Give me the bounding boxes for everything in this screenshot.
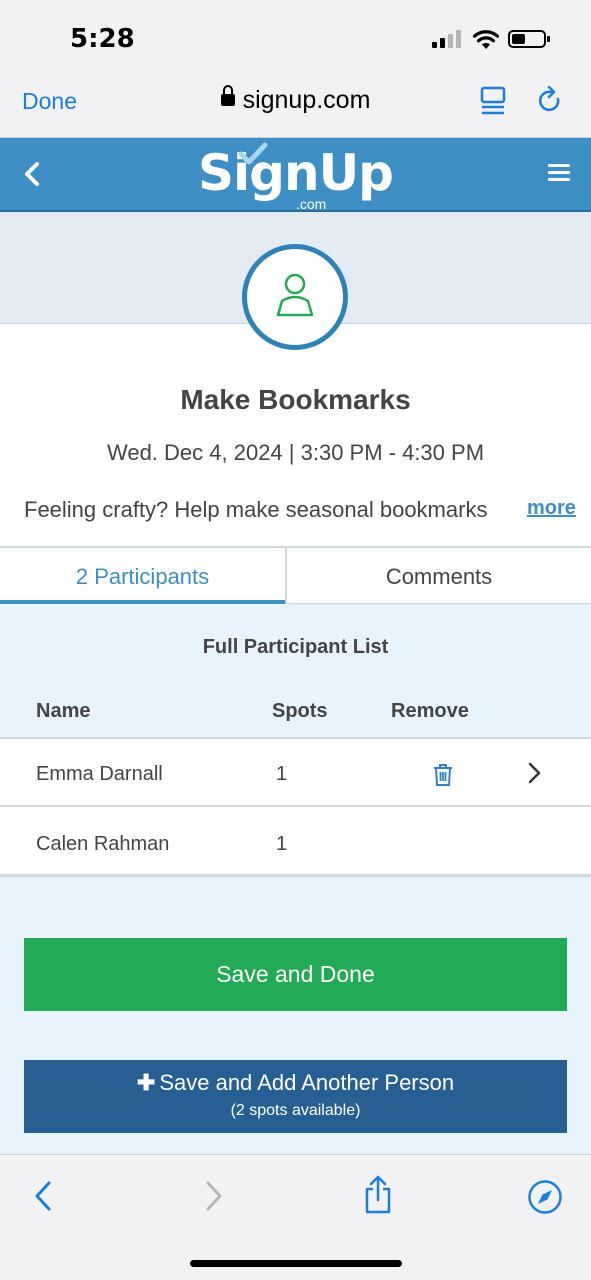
logo-text: SignUp: [198, 144, 394, 202]
event-title: Make Bookmarks: [180, 384, 411, 415]
lock-icon: [220, 85, 235, 109]
plus-icon: ✚: [136, 1070, 156, 1095]
participant-name: Calen Rahman: [36, 833, 170, 855]
hamburger-menu-icon[interactable]: [548, 164, 570, 185]
logo-checkmark-icon: [238, 142, 268, 165]
tab-comments[interactable]: Comments: [285, 548, 591, 604]
tab-participants[interactable]: 2 Participants: [0, 548, 285, 604]
participant-spots: 1: [276, 833, 288, 855]
chevron-right-icon[interactable]: [527, 761, 543, 785]
home-indicator: [190, 1260, 402, 1267]
column-header-name: Name: [36, 700, 91, 722]
spots-available-text: (2 spots available): [230, 1102, 361, 1119]
forward-arrow-icon[interactable]: [203, 1179, 225, 1213]
status-bar: 5:28: [0, 0, 591, 72]
person-icon: [276, 273, 314, 317]
participant-list: Full Participant List Name Spots Remove …: [0, 604, 591, 1154]
site-navbar: SignUp .com: [0, 138, 591, 212]
save-and-add-another-button[interactable]: ✚ Save and Add Another Person (2 spots av…: [24, 1060, 567, 1133]
cellular-signal-icon: [432, 30, 462, 48]
add-another-label: Save and Add Another Person: [159, 1070, 455, 1095]
table-row[interactable]: Calen Rahman 1: [0, 805, 591, 877]
share-icon[interactable]: [362, 1175, 394, 1215]
reader-view-icon[interactable]: [480, 86, 506, 116]
url-text: signup.com: [242, 86, 371, 114]
table-row[interactable]: Emma Darnall 1: [0, 737, 591, 805]
more-link[interactable]: more: [527, 497, 576, 520]
column-header-remove: Remove: [391, 700, 469, 722]
reload-icon[interactable]: [536, 86, 564, 116]
list-heading: Full Participant List: [202, 636, 389, 658]
wifi-icon: [472, 30, 500, 49]
compass-icon[interactable]: [527, 1179, 563, 1215]
logo-suffix: .com: [296, 196, 327, 212]
save-and-done-button[interactable]: Save and Done: [24, 938, 567, 1011]
participant-name: Emma Darnall: [36, 763, 163, 785]
avatar: [242, 244, 348, 350]
trash-icon[interactable]: [432, 763, 454, 787]
event-description: Feeling crafty? Help make seasonal bookm…: [24, 497, 488, 522]
browser-header: Done signup.com: [0, 72, 591, 138]
tab-bar: 2 Participants Comments: [0, 546, 591, 604]
back-arrow-icon[interactable]: [32, 1179, 54, 1213]
signup-logo[interactable]: SignUp .com: [0, 142, 591, 212]
column-header-spots: Spots: [272, 700, 328, 722]
status-time: 5:28: [70, 24, 135, 54]
add-another-label-row: ✚ Save and Add Another Person: [24, 1070, 567, 1096]
battery-icon: [508, 30, 550, 48]
event-date: Wed. Dec 4, 2024 | 3:30 PM - 4:30 PM: [106, 440, 485, 465]
participant-spots: 1: [276, 763, 288, 785]
